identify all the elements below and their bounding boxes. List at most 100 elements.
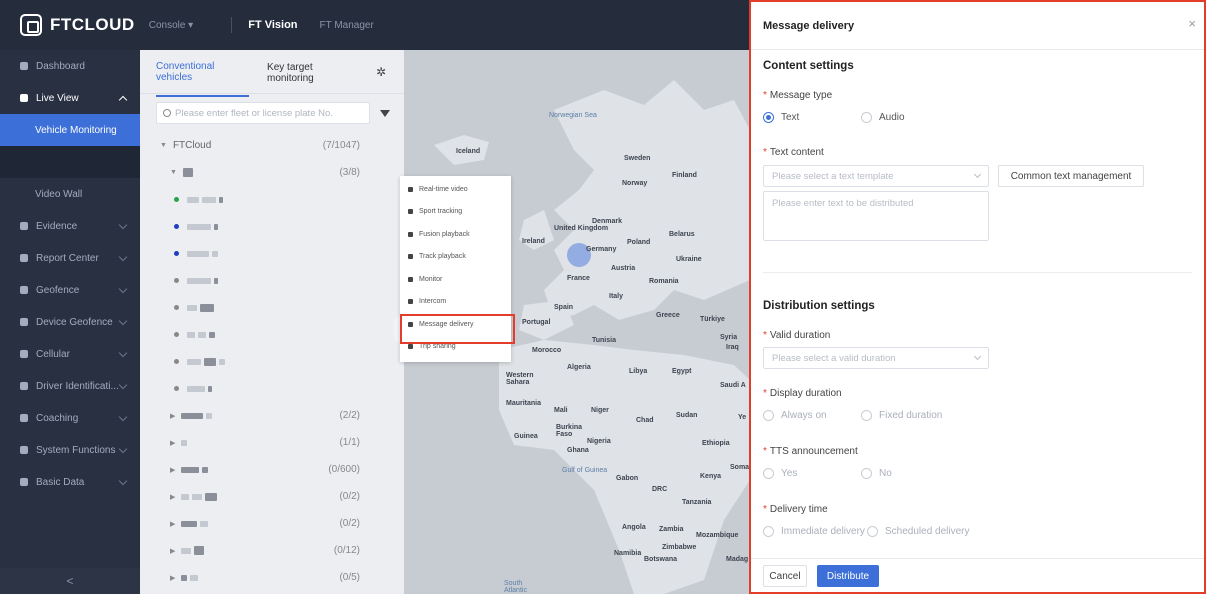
vehicle-search-input[interactable]: Please enter fleet or license plate No. [156,102,370,124]
sidebar-item-cellular[interactable]: Cellular [0,338,140,370]
redacted-plate [209,331,215,338]
sidebar-item-device-geofence[interactable]: Device Geofence [0,306,140,338]
subgroup-row[interactable]: ▶ (0/600) [140,456,404,483]
radio-scheduled-delivery[interactable]: Scheduled delivery [867,526,970,537]
vehicle-row[interactable] [140,375,404,402]
offline-status-dot [174,359,179,364]
system-icon [20,446,28,454]
tab-conventional-vehicles[interactable]: Conventional vehicles [156,47,250,97]
subgroup-count: (1/1) [339,437,360,448]
select-placeholder: Please select a text template [772,170,894,182]
sidebar-item-live-view[interactable]: Live View [0,82,140,114]
sidebar-item-video-wall[interactable]: Video Wall [0,178,140,210]
radio-tts-yes[interactable]: Yes [763,468,797,479]
chevron-down-icon [118,444,128,454]
subgroup-count: (0/2) [339,491,360,502]
menu-item-monitor[interactable]: Monitor [400,268,511,291]
video-icon [408,186,413,192]
radio-audio[interactable]: Audio [861,112,905,123]
map-label: Türkiye [700,316,725,323]
vehicle-row[interactable] [140,240,404,267]
radio-label: Audio [879,112,905,123]
menu-item-sport-tracking[interactable]: Sport tracking [400,201,511,224]
sidebar-item-report-center[interactable]: Report Center [0,242,140,274]
menu-item-label: Sport tracking [419,208,463,216]
vehicle-row[interactable] [140,321,404,348]
headphones-icon [408,276,413,282]
distribute-button[interactable]: Distribute [817,565,879,587]
map-label: Mauritania [506,400,542,407]
valid-duration-select[interactable]: Please select a valid duration [763,347,989,369]
sidebar-blank-row [0,146,140,178]
vehicle-row[interactable] [140,186,404,213]
tab-key-target-monitoring[interactable]: Key target monitoring [267,48,358,96]
message-delivery-drawer: Message delivery × Content settings * Mes… [749,0,1206,594]
common-text-management-button[interactable]: Common text management [998,165,1144,187]
radio-always-on[interactable]: Always on [763,410,827,421]
gear-icon[interactable]: ✲ [376,65,386,79]
subgroup-row[interactable]: ▶ (0/2) [140,483,404,510]
nav-ft-manager[interactable]: FT Manager [320,20,374,31]
radio-immediate-delivery[interactable]: Immediate delivery [763,526,865,537]
sidebar-item-dashboard[interactable]: Dashboard [0,50,140,82]
highlight-box-message-delivery [400,314,515,344]
cancel-button[interactable]: Cancel [763,565,807,587]
subgroup-row[interactable]: ▶ (0/2) [140,510,404,537]
sidebar-collapse-button[interactable]: < [0,568,140,594]
drawer-footer: Cancel Distribute [751,558,1204,592]
close-icon[interactable]: × [1188,16,1196,31]
radio-text[interactable]: Text [763,112,799,123]
subgroup-row[interactable]: ▶ (0/12) [140,537,404,564]
required-mark: * [763,330,767,341]
vehicle-row[interactable] [140,267,404,294]
vehicle-row[interactable] [140,348,404,375]
menu-item-track-playback[interactable]: Track playback [400,246,511,269]
nav-ft-vision[interactable]: FT Vision [248,19,297,31]
menu-item-real-time-video[interactable]: Real-time video [400,178,511,201]
radio-label: Yes [781,468,798,479]
map-label: Nigeria [587,438,611,445]
required-mark: * [763,504,767,515]
search-placeholder: Please enter fleet or license plate No. [175,107,333,119]
brand-logo[interactable]: FTCLOUD [20,14,135,36]
sidebar-item-evidence[interactable]: Evidence [0,210,140,242]
valid-duration-label: * Valid duration [763,330,830,341]
map-label: Burkina Faso [556,424,583,438]
map-label: Western Sahara [506,372,534,386]
sidebar-item-driver-identification[interactable]: Driver Identificati... [0,370,140,402]
menu-item-label: Real-time video [419,185,468,193]
redacted-group-name [194,546,205,555]
subgroup-row[interactable]: ▶ (1/1) [140,429,404,456]
sidebar-item-label: Report Center [36,252,99,264]
subgroup-row[interactable]: ▶ (0/5) [140,564,404,591]
text-content-textarea[interactable]: Please enter text to be distributed [763,191,989,241]
tree-root[interactable]: ▼ FTCloud (7/1047) [140,132,404,159]
tree-group[interactable]: ▼ (3/8) [140,159,404,186]
sidebar-item-basic-data[interactable]: Basic Data [0,466,140,498]
radio-tts-no[interactable]: No [861,468,892,479]
sidebar-item-vehicle-monitoring[interactable]: Vehicle Monitoring [0,114,140,146]
vehicle-tree: ▼ FTCloud (7/1047) ▼ (3/8) ▶ (2/2) ▶ (1/1)… [140,124,404,591]
filter-icon[interactable] [380,109,390,117]
sidebar-item-coaching[interactable]: Coaching [0,402,140,434]
redacted-plate [187,250,209,257]
search-row: Please enter fleet or license plate No. [140,94,404,124]
menu-item-fusion-playback[interactable]: Fusion playback [400,223,511,246]
vehicle-row[interactable] [140,213,404,240]
chevron-down-icon [118,380,128,390]
text-template-select[interactable]: Please select a text template [763,165,989,187]
redacted-group-name [206,412,213,419]
chevron-down-icon [118,348,128,358]
menu-item-intercom[interactable]: Intercom [400,291,511,314]
subgroup-count: (0/12) [333,545,360,556]
vehicle-tabs: Conventional vehicles Key target monitor… [140,47,404,97]
subgroup-row[interactable]: ▶ (2/2) [140,402,404,429]
caret-right-icon: ▶ [170,412,176,420]
sidebar-item-system-functions[interactable]: System Functions [0,434,140,466]
radio-fixed-duration[interactable]: Fixed duration [861,410,942,421]
sidebar-item-label: System Functions [36,444,116,456]
sidebar-item-geofence[interactable]: Geofence [0,274,140,306]
console-dropdown[interactable]: Console ▾ [149,20,194,31]
vehicle-row[interactable] [140,294,404,321]
radio-label: Text [781,112,800,123]
